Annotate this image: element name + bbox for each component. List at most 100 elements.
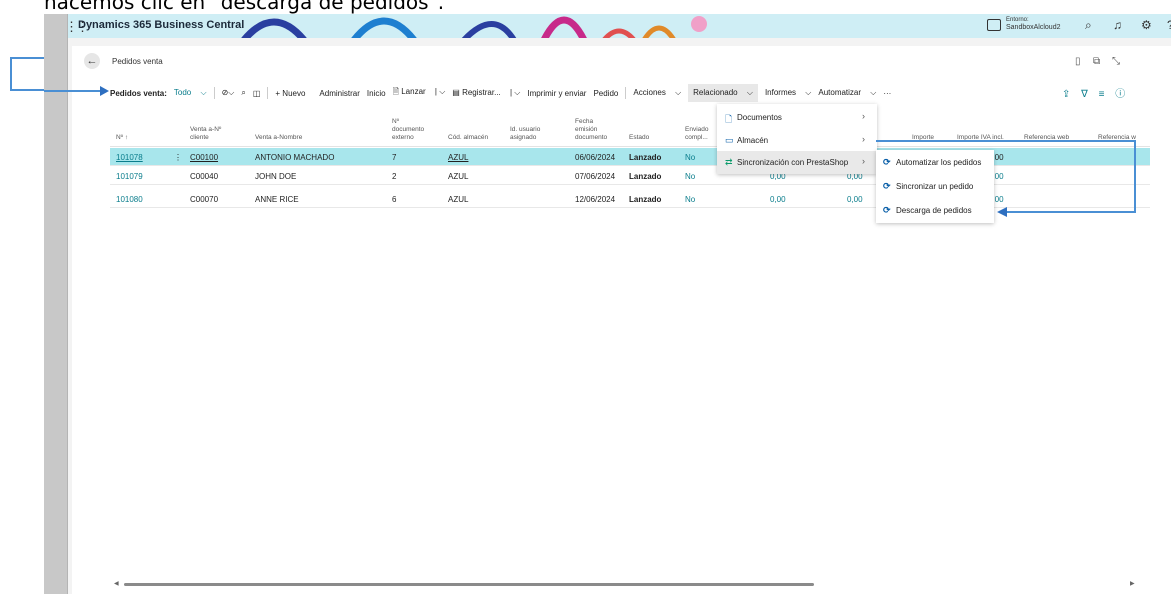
lanzar-button[interactable]: 🗎 Lanzar | ⌵ xyxy=(393,86,446,100)
help-icon[interactable]: ? xyxy=(1167,18,1171,32)
refresh-icon: ⟳ xyxy=(883,181,891,191)
col-header-docext[interactable]: Nº documento externo xyxy=(392,118,424,142)
submenu-item-descarga[interactable]: ⟳ Descarga de pedidos xyxy=(876,199,994,223)
cell-docext: 7 xyxy=(392,153,397,162)
relacionado-dropdown: 🗋 Documentos › ▭ Almacén › ⇄ Sincronizac… xyxy=(717,104,877,174)
cell-estado: Lanzado xyxy=(629,172,662,181)
cell-almacen[interactable]: AZUL xyxy=(448,172,468,181)
scroll-right-icon[interactable]: ▶ xyxy=(1130,580,1135,587)
col-header-cliente[interactable]: Venta a-Nº cliente xyxy=(190,126,221,142)
cell-nombre: ANTONIO MACHADO xyxy=(255,153,335,162)
sync-icon: ⇄ xyxy=(725,157,733,167)
cell-enviado: No xyxy=(685,172,696,181)
refresh-icon: ⟳ xyxy=(883,205,891,215)
col-header-text: emisión xyxy=(575,126,598,133)
col-header-text: asignado xyxy=(510,134,537,141)
relacionado-label: Relacionado xyxy=(693,88,738,97)
table-row[interactable]: 101079 C00040 JOHN DOE 2 AZUL 07/06/2024… xyxy=(110,167,1150,185)
administrar-button[interactable]: Administrar xyxy=(319,89,359,98)
environment-icon xyxy=(987,19,1001,31)
table-row[interactable]: 101078 ⋮ C00100 ANTONIO MACHADO 7 AZUL 0… xyxy=(110,148,1150,166)
annotation-connector-top xyxy=(876,140,1135,142)
more-actions-button[interactable]: ··· xyxy=(883,89,891,98)
inicio-button[interactable]: Inicio xyxy=(367,89,386,98)
order-number-link[interactable]: 101079 xyxy=(116,172,143,181)
action-bar: Pedidos venta: Todo ⌵ ⊘⌵ ⌕ ◫ + Nuevo Adm… xyxy=(110,84,898,102)
chevron-right-icon: › xyxy=(862,156,865,166)
screenshot-stage: hacemos clic en "descarga de pedidos". ⋮… xyxy=(0,0,1171,594)
share-icon[interactable]: ⇪ xyxy=(1062,89,1070,100)
filter-icon[interactable]: ∇ xyxy=(1081,89,1088,100)
menu-item-almacen[interactable]: ▭ Almacén › xyxy=(717,129,877,152)
cell-fecha: 06/06/2024 xyxy=(575,153,616,162)
bell-icon[interactable]: ♫ xyxy=(1113,18,1122,32)
cell-estado: Lanzado xyxy=(629,195,662,204)
submenu-item-automatizar[interactable]: ⟳ Automatizar los pedidos xyxy=(876,151,994,175)
layout-icon[interactable]: ◫ xyxy=(253,89,261,98)
registrar-button[interactable]: ▤ Registrar... | ⌵ xyxy=(452,88,520,98)
cell-nombre: ANNE RICE xyxy=(255,195,299,204)
info-icon[interactable]: ⓘ xyxy=(1115,89,1125,100)
scroll-left-icon[interactable]: ◀ xyxy=(114,580,119,587)
automatizar-menu[interactable]: Automatizar ⌵ xyxy=(818,88,876,98)
col-header-nombre[interactable]: Venta a-Nombre xyxy=(255,134,302,142)
relacionado-menu[interactable]: Relacionado ⌵ xyxy=(688,84,758,102)
col-header-almacen[interactable]: Cód. almacén xyxy=(448,134,488,142)
imprimir-button[interactable]: Imprimir y enviar xyxy=(527,89,586,98)
col-header-fecha[interactable]: Fecha emisión documento xyxy=(575,118,607,142)
filter-dropdown[interactable]: Todo ⌵ xyxy=(174,88,207,98)
cell-nombre: JOHN DOE xyxy=(255,172,297,181)
cell-fecha: 07/06/2024 xyxy=(575,172,616,181)
scrollbar-thumb[interactable] xyxy=(124,583,814,586)
horizontal-scrollbar[interactable]: ◀ ▶ xyxy=(110,580,1140,588)
cell-almacen[interactable]: AZUL xyxy=(448,195,468,204)
annotation-arrow-head xyxy=(997,207,1007,217)
informes-label: Informes xyxy=(764,88,797,97)
cell-estado: Lanzado xyxy=(629,153,662,162)
menu-item-label: Sincronización con PrestaShop xyxy=(737,158,849,167)
col-header-usuario[interactable]: Id. usuario asignado xyxy=(510,126,540,142)
analysis-icon[interactable]: ⊘⌵ xyxy=(222,88,235,98)
submenu-item-sincronizar[interactable]: ⟳ Sincronizar un pedido xyxy=(876,175,994,199)
gear-icon[interactable]: ⚙ xyxy=(1141,18,1152,32)
col-header-no[interactable]: Nº ↑ xyxy=(116,134,128,142)
submenu-item-label: Descarga de pedidos xyxy=(896,206,972,215)
annotation-arrow-line xyxy=(44,90,102,92)
cell-cliente[interactable]: C00100 xyxy=(190,153,218,162)
pedido-button[interactable]: Pedido xyxy=(593,89,618,98)
left-frame xyxy=(44,14,68,594)
list-view-icon[interactable]: ≡ xyxy=(1099,89,1105,100)
open-new-window-icon[interactable]: ⧉ xyxy=(1093,56,1100,67)
nuevo-button[interactable]: + Nuevo xyxy=(275,89,312,98)
table-row[interactable]: 101080 C00070 ANNE RICE 6 AZUL 12/06/202… xyxy=(110,190,1150,208)
separator xyxy=(213,87,215,99)
nuevo-label: Nuevo xyxy=(282,88,306,98)
cell-almacen[interactable]: AZUL xyxy=(448,153,468,162)
annotation-connector-vertical xyxy=(1134,140,1136,212)
order-number-link[interactable]: 101078 xyxy=(116,153,143,162)
col-header-estado[interactable]: Estado xyxy=(629,134,649,142)
order-number-link[interactable]: 101080 xyxy=(116,195,143,204)
cell-cliente[interactable]: C00070 xyxy=(190,195,218,204)
separator xyxy=(625,87,627,99)
collapse-icon[interactable]: ⤡ xyxy=(1112,56,1120,67)
cell-cliente[interactable]: C00040 xyxy=(190,172,218,181)
search-icon[interactable]: ⌕ xyxy=(1085,18,1092,33)
back-arrow-icon[interactable]: ← xyxy=(84,53,100,69)
automatizar-label: Automatizar xyxy=(818,88,862,97)
search-list-icon[interactable]: ⌕ xyxy=(241,88,245,98)
refresh-icon: ⟳ xyxy=(883,157,891,167)
acciones-menu[interactable]: Acciones ⌵ xyxy=(633,88,681,98)
col-header-enviado[interactable]: Enviado compl... xyxy=(685,126,709,142)
bookmark-icon[interactable]: ▯ xyxy=(1075,56,1081,67)
row-menu-icon[interactable]: ⋮ xyxy=(174,153,182,162)
chevron-right-icon: › xyxy=(862,134,865,144)
informes-menu[interactable]: Informes ⌵ xyxy=(765,88,811,98)
submenu-item-label: Sincronizar un pedido xyxy=(896,182,974,191)
chevron-right-icon: › xyxy=(862,111,865,121)
menu-item-sincronizacion[interactable]: ⇄ Sincronización con PrestaShop › xyxy=(717,151,877,174)
separator xyxy=(267,87,269,99)
col-header-text: Venta a-Nº xyxy=(190,126,222,133)
menu-item-documentos[interactable]: 🗋 Documentos › xyxy=(717,106,877,129)
instruction-caption: hacemos clic en "descarga de pedidos". xyxy=(44,0,445,14)
